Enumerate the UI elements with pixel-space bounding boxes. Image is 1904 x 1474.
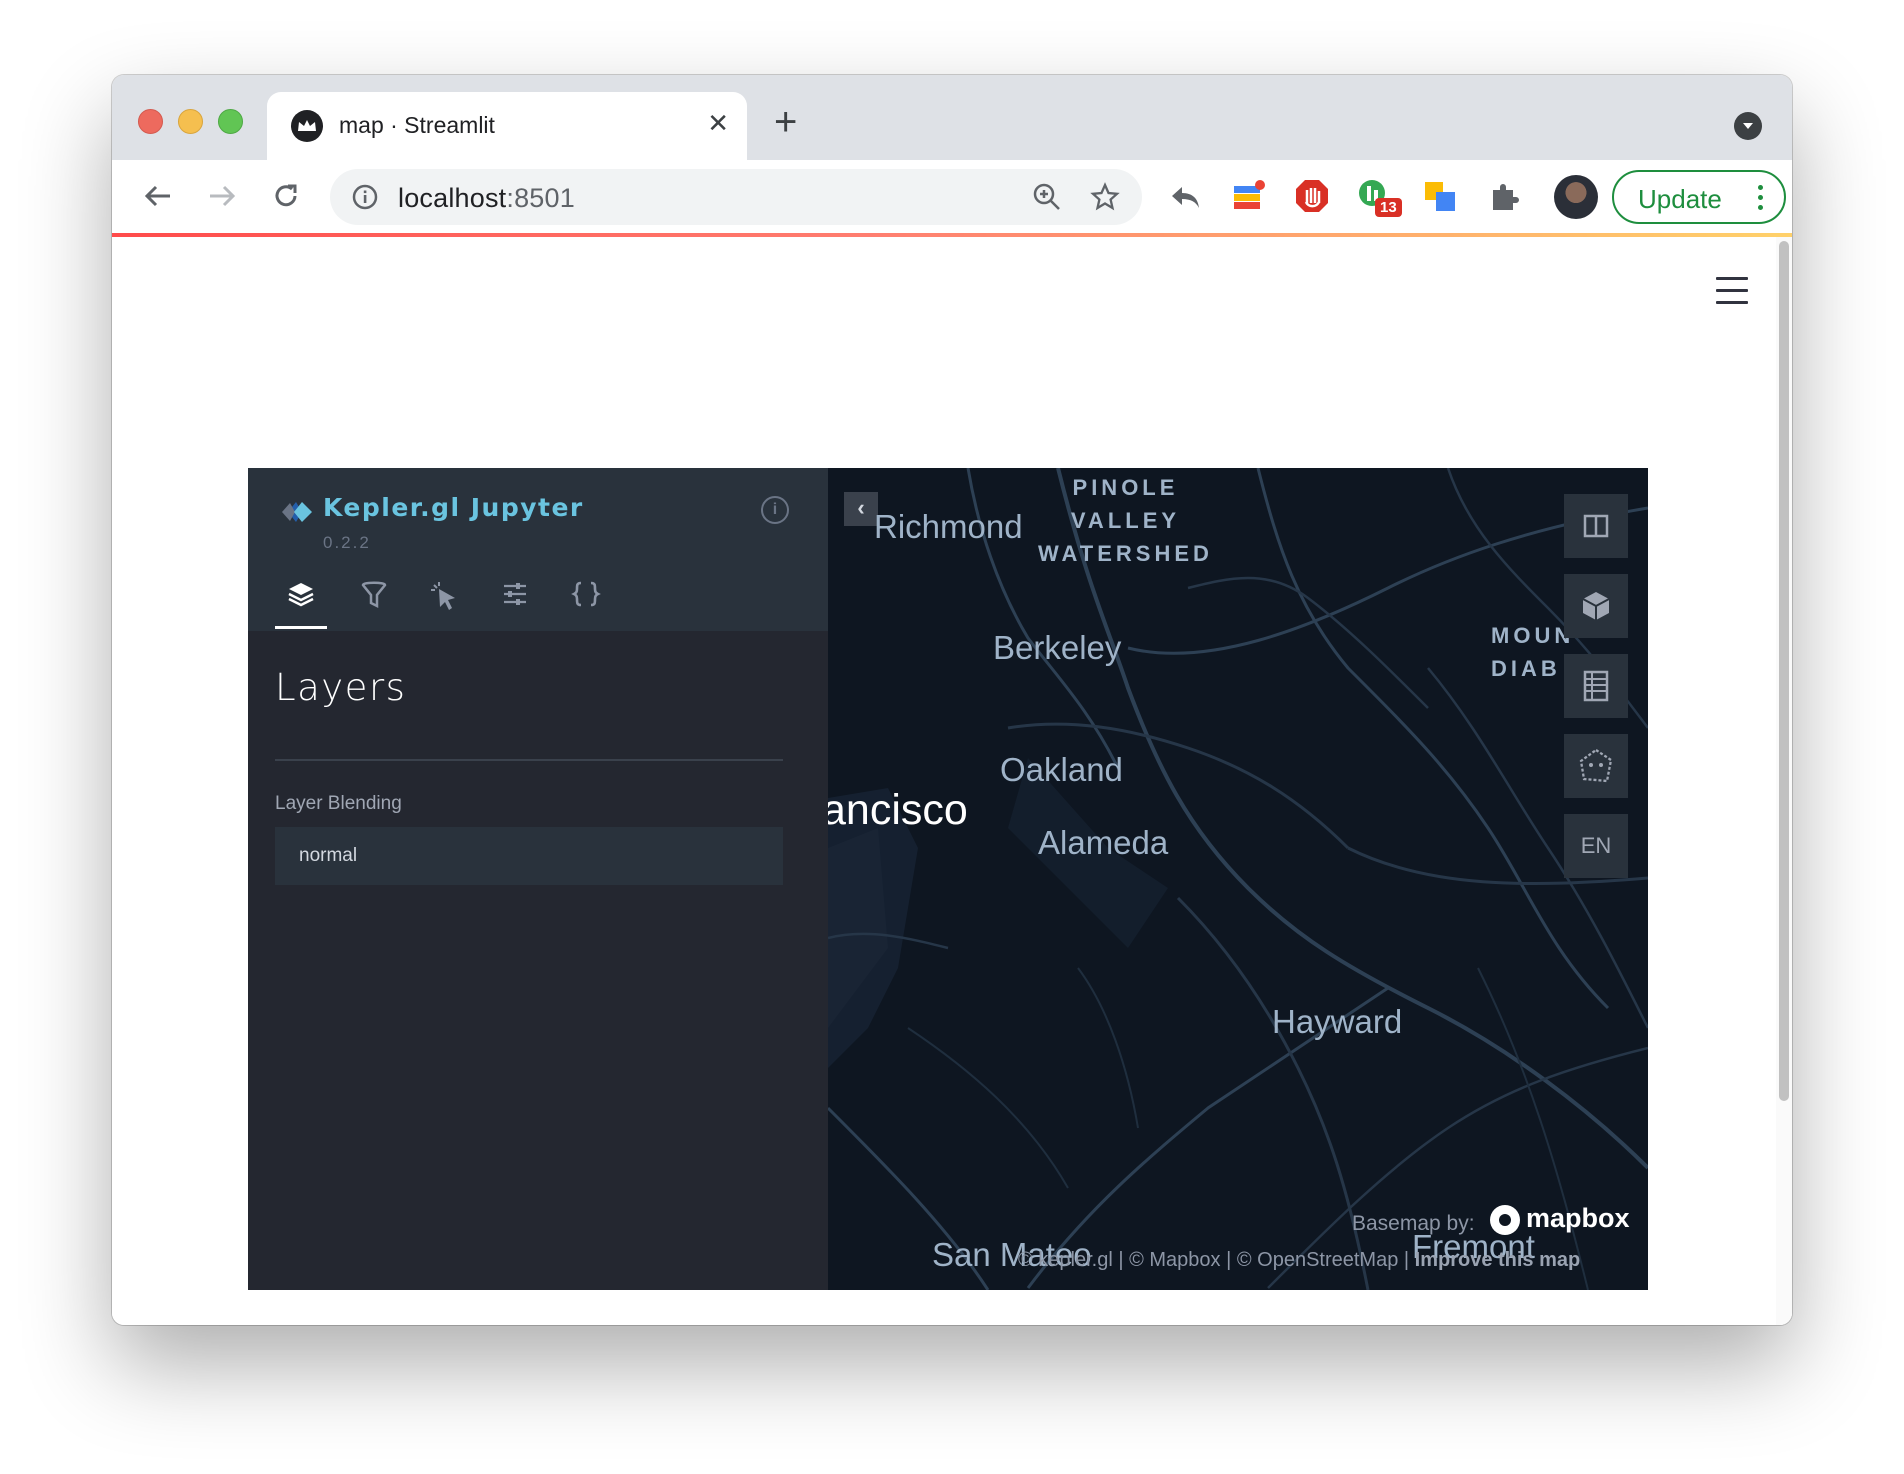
basemap-roads bbox=[828, 468, 1648, 1290]
reload-icon[interactable] bbox=[268, 178, 304, 214]
filter-icon bbox=[361, 581, 387, 609]
3d-view-button[interactable] bbox=[1564, 574, 1628, 638]
collapse-panel-button[interactable]: ‹ bbox=[844, 492, 878, 526]
map-label-berkeley: Berkeley bbox=[993, 629, 1122, 666]
browser-toolbar: localhost:8501 13 Update bbox=[112, 160, 1792, 233]
url-port: :8501 bbox=[506, 183, 575, 213]
forward-arrow-icon[interactable] bbox=[204, 178, 240, 214]
cursor-click-icon bbox=[431, 582, 455, 610]
tab-interactions[interactable] bbox=[418, 580, 470, 622]
close-window-button[interactable] bbox=[138, 109, 163, 134]
attribution-text: © kepler.gl | © Mapbox | © OpenStreetMap… bbox=[1018, 1249, 1415, 1271]
tab-base-map[interactable] bbox=[489, 580, 541, 622]
tab-strip: map · Streamlit ✕ + bbox=[112, 75, 1792, 160]
streamlit-crown-icon bbox=[291, 110, 323, 142]
curly-braces-icon bbox=[571, 581, 601, 607]
more-vertical-icon[interactable] bbox=[1758, 185, 1764, 215]
mapbox-logo-icon bbox=[1490, 1204, 1520, 1235]
browser-window: map · Streamlit ✕ + localhost:8501 13 Up… bbox=[112, 75, 1792, 1325]
reply-extension-icon[interactable] bbox=[1167, 178, 1203, 214]
map-label-mount-diablo: MOUN DIAB bbox=[1491, 623, 1575, 681]
map-canvas[interactable]: ‹ Richmond PINOLE VALLEY WATERSHED Berke… bbox=[828, 468, 1648, 1290]
streamlit-page: Kepler.gl Jupyter 0.2.2 i Layers Layer B… bbox=[112, 237, 1792, 1325]
site-info-icon[interactable] bbox=[352, 184, 378, 215]
app-version: 0.2.2 bbox=[323, 533, 371, 552]
map-attribution: © kepler.gl | © Mapbox | © OpenStreetMap… bbox=[1018, 1249, 1580, 1272]
improve-map-link[interactable]: Improve this map bbox=[1415, 1249, 1581, 1271]
extension-badge: 13 bbox=[1375, 198, 1402, 217]
split-map-icon bbox=[1583, 514, 1609, 538]
layer-blending-value: normal bbox=[299, 845, 358, 866]
map-label-alameda: Alameda bbox=[1038, 824, 1169, 861]
legend-icon bbox=[1583, 670, 1609, 702]
page-scrollbar[interactable] bbox=[1776, 237, 1792, 1325]
layer-blending-select[interactable]: normal bbox=[275, 827, 783, 885]
split-map-button[interactable] bbox=[1564, 494, 1628, 558]
app-name: Kepler.gl Jupyter bbox=[323, 493, 584, 522]
translate-extension-icon[interactable] bbox=[1422, 178, 1458, 214]
layers-icon bbox=[288, 583, 314, 607]
tab-code[interactable] bbox=[560, 580, 612, 622]
extensions-puzzle-icon[interactable] bbox=[1487, 178, 1523, 214]
tab-layers[interactable] bbox=[275, 580, 327, 629]
counter-extension-icon[interactable]: 13 bbox=[1357, 178, 1402, 217]
tab-close-icon[interactable]: ✕ bbox=[707, 108, 729, 138]
map-label-pinole: PINOLE VALLEY WATERSHED bbox=[1038, 475, 1213, 566]
maximize-window-button[interactable] bbox=[218, 109, 243, 134]
kepler-logo-icon bbox=[278, 498, 314, 526]
locale-button[interactable]: EN bbox=[1564, 814, 1628, 878]
update-button[interactable]: Update bbox=[1612, 170, 1786, 224]
info-icon[interactable]: i bbox=[761, 496, 789, 524]
minimize-window-button[interactable] bbox=[178, 109, 203, 134]
tab-filters[interactable] bbox=[348, 580, 400, 622]
map-label-oakland: Oakland bbox=[1000, 751, 1123, 788]
layer-blending-label: Layer Blending bbox=[275, 793, 402, 814]
tab-title: map · Streamlit bbox=[339, 112, 495, 138]
browser-tab[interactable]: map · Streamlit ✕ bbox=[267, 92, 747, 160]
address-bar[interactable]: localhost:8501 bbox=[330, 169, 1142, 225]
kepler-map-widget: Kepler.gl Jupyter 0.2.2 i Layers Layer B… bbox=[248, 468, 1648, 1290]
stacks-extension-icon[interactable] bbox=[1230, 178, 1266, 214]
side-panel-header: Kepler.gl Jupyter 0.2.2 i bbox=[248, 468, 828, 631]
profile-avatar[interactable] bbox=[1554, 175, 1598, 219]
url-host: localhost bbox=[398, 183, 507, 213]
mapbox-logo[interactable]: mapbox bbox=[1490, 1203, 1630, 1235]
bookmark-star-icon[interactable] bbox=[1090, 182, 1120, 217]
3d-cube-icon bbox=[1582, 592, 1610, 620]
zoom-icon[interactable] bbox=[1032, 182, 1062, 217]
legend-button[interactable] bbox=[1564, 654, 1628, 718]
update-label: Update bbox=[1638, 184, 1722, 214]
url-text: localhost:8501 bbox=[398, 183, 575, 214]
scrollbar-thumb[interactable] bbox=[1779, 241, 1789, 1101]
panel-title: Layers bbox=[275, 666, 407, 709]
adblock-extension-icon[interactable] bbox=[1294, 178, 1330, 214]
draw-polygon-icon bbox=[1579, 748, 1613, 783]
tab-search-icon[interactable] bbox=[1734, 112, 1762, 140]
map-label-hayward: Hayward bbox=[1272, 1003, 1403, 1040]
settings-sliders-icon bbox=[504, 583, 526, 605]
mapbox-wordmark: mapbox bbox=[1526, 1203, 1630, 1233]
basemap-by-label: Basemap by: bbox=[1352, 1212, 1475, 1235]
hamburger-menu-icon[interactable] bbox=[1716, 277, 1748, 313]
draw-polygon-button[interactable] bbox=[1564, 734, 1628, 798]
new-tab-button[interactable]: + bbox=[774, 102, 797, 142]
back-arrow-icon[interactable] bbox=[140, 178, 176, 214]
map-label-richmond: Richmond bbox=[874, 508, 1023, 545]
panel-divider bbox=[275, 759, 783, 761]
kepler-side-panel: Kepler.gl Jupyter 0.2.2 i Layers Layer B… bbox=[248, 468, 828, 1290]
map-label-san-francisco: ancisco bbox=[828, 786, 968, 834]
